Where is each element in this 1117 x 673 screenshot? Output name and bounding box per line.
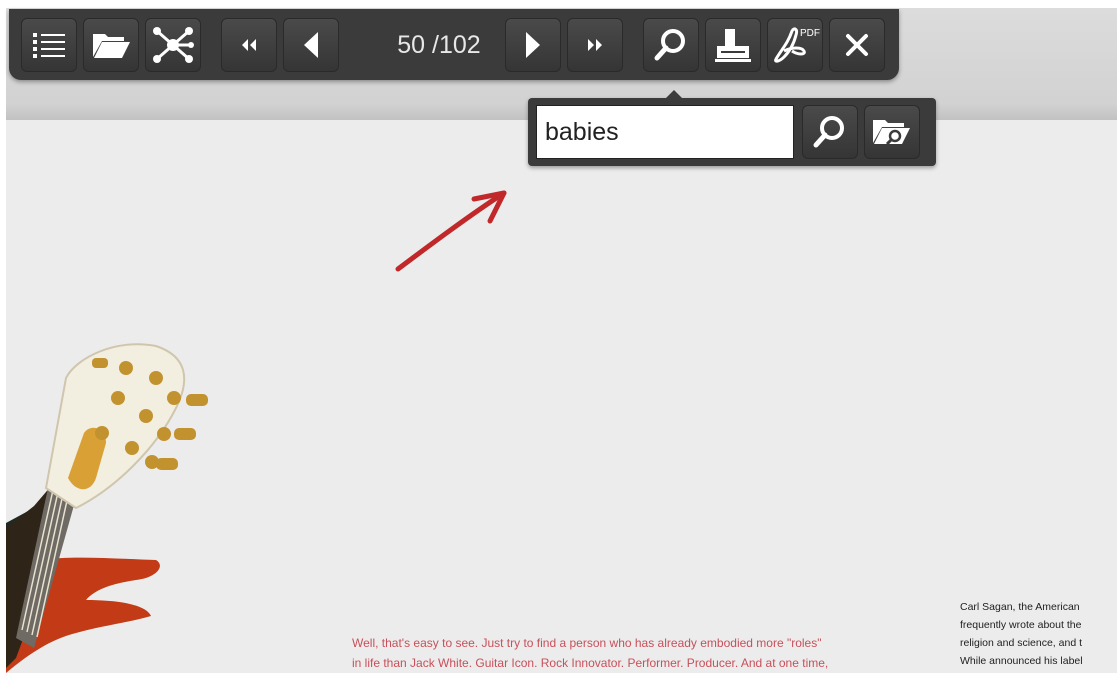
close-icon (846, 34, 868, 56)
window-top-edge (0, 0, 1117, 8)
article-line: Well, that's easy to see. Just try to fi… (352, 636, 822, 650)
next-page-button[interactable] (505, 18, 561, 72)
print-button[interactable] (705, 18, 761, 72)
page-counter: 50 /102 (397, 31, 481, 59)
contents-button[interactable] (21, 18, 77, 72)
close-button[interactable] (829, 18, 885, 72)
previous-page-button[interactable] (283, 18, 339, 72)
viewer-toolbar: 50 /102 PDF (9, 9, 899, 80)
search-button[interactable] (643, 18, 699, 72)
folder-open-icon (93, 34, 130, 58)
search-submit-button[interactable] (802, 105, 858, 159)
annotation-arrow (395, 190, 507, 272)
pdf-icon: PDF (774, 27, 820, 63)
search-results-button[interactable] (864, 105, 920, 159)
share-button[interactable] (145, 18, 201, 72)
pdf-button[interactable]: PDF (767, 18, 823, 72)
search-icon (654, 29, 685, 61)
folder-search-icon (873, 120, 910, 146)
open-button[interactable] (83, 18, 139, 72)
search-popup (528, 90, 936, 166)
article-line: While announced his label (960, 655, 1083, 667)
search-icon (813, 116, 844, 148)
article-line: religion and science, and t (960, 637, 1082, 649)
article-line: in life than Jack White. Guitar Icon. Ro… (352, 656, 829, 670)
article-line: Carl Sagan, the American (960, 601, 1080, 613)
double-chevron-right-icon (588, 39, 602, 51)
list-icon (33, 33, 65, 58)
last-page-button[interactable] (567, 18, 623, 72)
double-chevron-left-icon (242, 39, 256, 51)
triangle-right-icon (526, 32, 540, 58)
first-page-button[interactable] (221, 18, 277, 72)
popup-notch (666, 90, 682, 98)
printer-icon (715, 29, 751, 62)
guitar-image (6, 343, 208, 673)
article-text-red: Well, that's easy to see. Just try to fi… (352, 633, 932, 673)
triangle-left-icon (304, 32, 318, 58)
network-icon (153, 27, 194, 63)
pdf-label: PDF (800, 28, 820, 39)
article-text-black: Carl Sagan, the American frequently wrot… (960, 598, 1117, 670)
article-line: frequently wrote about the (960, 619, 1082, 631)
search-input[interactable] (536, 105, 794, 159)
